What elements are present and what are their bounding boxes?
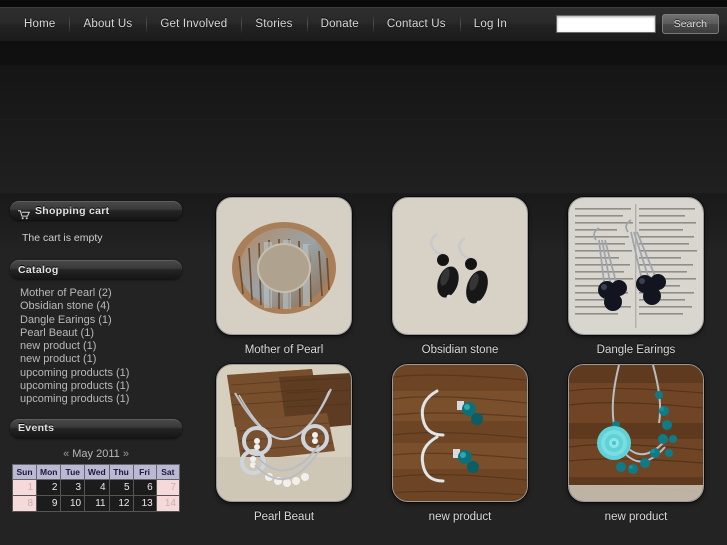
- catalog-header: Catalog: [10, 260, 182, 279]
- search-area: Search: [555, 7, 719, 41]
- banner-band-divider: [0, 119, 727, 120]
- calendar-weekday-sun: Sun: [11, 463, 38, 480]
- product-card: Mother of Pearl: [196, 197, 372, 356]
- product-name[interactable]: Obsidian stone: [422, 344, 499, 356]
- product-name[interactable]: new product: [429, 511, 492, 523]
- calendar-day[interactable]: 2: [36, 478, 62, 496]
- shopping-cart-icon: [18, 207, 31, 219]
- catalog-list: Mother of Pearl (2) Obsidian stone (4) D…: [10, 279, 182, 407]
- calendar-day[interactable]: 12: [108, 494, 134, 512]
- nav-item-donate[interactable]: Donate: [306, 7, 373, 41]
- product-name[interactable]: Mother of Pearl: [245, 344, 324, 356]
- calendar-weekday-row: Sun Mon Tue Wed Thu Fri Sat: [11, 463, 181, 480]
- calendar-weekday-mon: Mon: [36, 463, 62, 480]
- main-navigation-bar: Home About Us Get Involved Stories Donat…: [0, 1, 727, 42]
- calendar-day[interactable]: 7: [155, 478, 181, 496]
- catalog-item-upcoming-products-1[interactable]: upcoming products (1): [20, 367, 182, 380]
- product-grid: Mother of Pearl Obsidian stone Dangle Ea…: [196, 197, 724, 531]
- shopping-cart-header: Shopping cart: [10, 201, 182, 220]
- calendar-weekday-thu: Thu: [108, 463, 134, 480]
- events-header: Events: [10, 418, 182, 438]
- search-button[interactable]: Search: [661, 14, 719, 34]
- product-card: Dangle Earings: [548, 197, 724, 356]
- calendar-day[interactable]: 9: [36, 494, 62, 512]
- banner-band-top: [0, 41, 727, 65]
- product-card: new product: [372, 364, 548, 523]
- calendar-month-label: May 2011: [72, 447, 120, 460]
- events-calendar: « May 2011 » Sun Mon Tue Wed Thu Fri Sat…: [10, 438, 182, 512]
- main-content: Shopping cart The cart is empty Catalog …: [0, 193, 727, 545]
- calendar-day[interactable]: 5: [108, 478, 134, 496]
- calendar-weekday-tue: Tue: [60, 463, 86, 480]
- calendar-week-row: 1 2 3 4 5 6 7: [11, 478, 181, 496]
- product-name[interactable]: Pearl Beaut: [254, 511, 314, 523]
- catalog-item-mother-of-pearl[interactable]: Mother of Pearl (2): [20, 287, 182, 300]
- product-image-mother-of-pearl[interactable]: [216, 197, 352, 335]
- calendar-day[interactable]: 6: [132, 478, 157, 496]
- calendar-day[interactable]: 8: [11, 494, 38, 512]
- product-name[interactable]: new product: [605, 511, 668, 523]
- catalog-item-new-product-2[interactable]: new product (1): [20, 353, 182, 366]
- site-banner: [0, 41, 727, 193]
- product-name[interactable]: Dangle Earings: [597, 344, 676, 356]
- nav-item-contact-us[interactable]: Contact Us: [372, 7, 460, 41]
- sidebar-block-shopping-cart: Shopping cart The cart is empty: [10, 201, 182, 248]
- search-input[interactable]: [555, 15, 656, 33]
- calendar-day[interactable]: 3: [60, 478, 86, 496]
- catalog-item-dangle-earings[interactable]: Dangle Earings (1): [20, 314, 182, 327]
- sidebar-block-catalog: Catalog Mother of Pearl (2) Obsidian sto…: [10, 260, 182, 407]
- product-image-new-product-teal-rose-necklace[interactable]: [568, 364, 704, 502]
- nav-item-log-in[interactable]: Log In: [459, 7, 521, 41]
- catalog-title: Catalog: [18, 263, 59, 276]
- calendar-weekday-sat: Sat: [155, 463, 181, 480]
- nav-item-get-involved[interactable]: Get Involved: [146, 7, 241, 41]
- nav-item-home[interactable]: Home: [10, 7, 69, 41]
- calendar-day[interactable]: 14: [155, 494, 181, 512]
- catalog-item-upcoming-products-2[interactable]: upcoming products (1): [20, 380, 182, 393]
- catalog-item-pearl-beaut[interactable]: Pearl Beaut (1): [20, 327, 182, 340]
- product-card: new product: [548, 364, 724, 523]
- nav-item-about-us[interactable]: About Us: [69, 7, 146, 41]
- calendar-day[interactable]: 13: [132, 494, 157, 512]
- calendar-prev-month-button[interactable]: «: [63, 448, 69, 460]
- product-card: Obsidian stone: [372, 197, 548, 356]
- catalog-item-upcoming-products-3[interactable]: upcoming products (1): [20, 393, 182, 406]
- calendar-weekday-wed: Wed: [84, 463, 110, 480]
- calendar-week-row: 8 9 10 11 12 13 14: [11, 494, 181, 512]
- calendar-day[interactable]: 11: [84, 494, 110, 512]
- catalog-item-new-product-1[interactable]: new product (1): [20, 340, 182, 353]
- calendar-day[interactable]: 10: [60, 494, 86, 512]
- sidebar: Shopping cart The cart is empty Catalog …: [10, 201, 182, 524]
- shopping-cart-body: The cart is empty: [10, 220, 182, 248]
- nav-items-container: Home About Us Get Involved Stories Donat…: [0, 7, 727, 41]
- product-image-dangle-earings[interactable]: [568, 197, 704, 335]
- product-image-obsidian-stone[interactable]: [392, 197, 528, 335]
- calendar-day[interactable]: 4: [84, 478, 110, 496]
- events-title: Events: [18, 422, 55, 435]
- product-image-new-product-teal-earrings[interactable]: [392, 364, 528, 502]
- catalog-item-obsidian-stone[interactable]: Obsidian stone (4): [20, 300, 182, 313]
- product-card: Pearl Beaut: [196, 364, 372, 523]
- calendar-navigation: « May 2011 »: [12, 448, 180, 464]
- product-image-pearl-beaut[interactable]: [216, 364, 352, 502]
- nav-item-stories[interactable]: Stories: [241, 7, 306, 41]
- shopping-cart-title: Shopping cart: [35, 204, 110, 217]
- sidebar-block-events: Events « May 2011 » Sun Mon Tue Wed Thu …: [10, 418, 182, 512]
- calendar-next-month-button[interactable]: »: [123, 448, 129, 460]
- page-root: Home About Us Get Involved Stories Donat…: [0, 0, 727, 545]
- calendar-day[interactable]: 1: [11, 478, 38, 496]
- calendar-weekday-fri: Fri: [132, 463, 157, 480]
- cart-empty-message: The cart is empty: [22, 232, 103, 244]
- calendar-table: Sun Mon Tue Wed Thu Fri Sat 1 2 3 4 5 6 …: [11, 463, 181, 512]
